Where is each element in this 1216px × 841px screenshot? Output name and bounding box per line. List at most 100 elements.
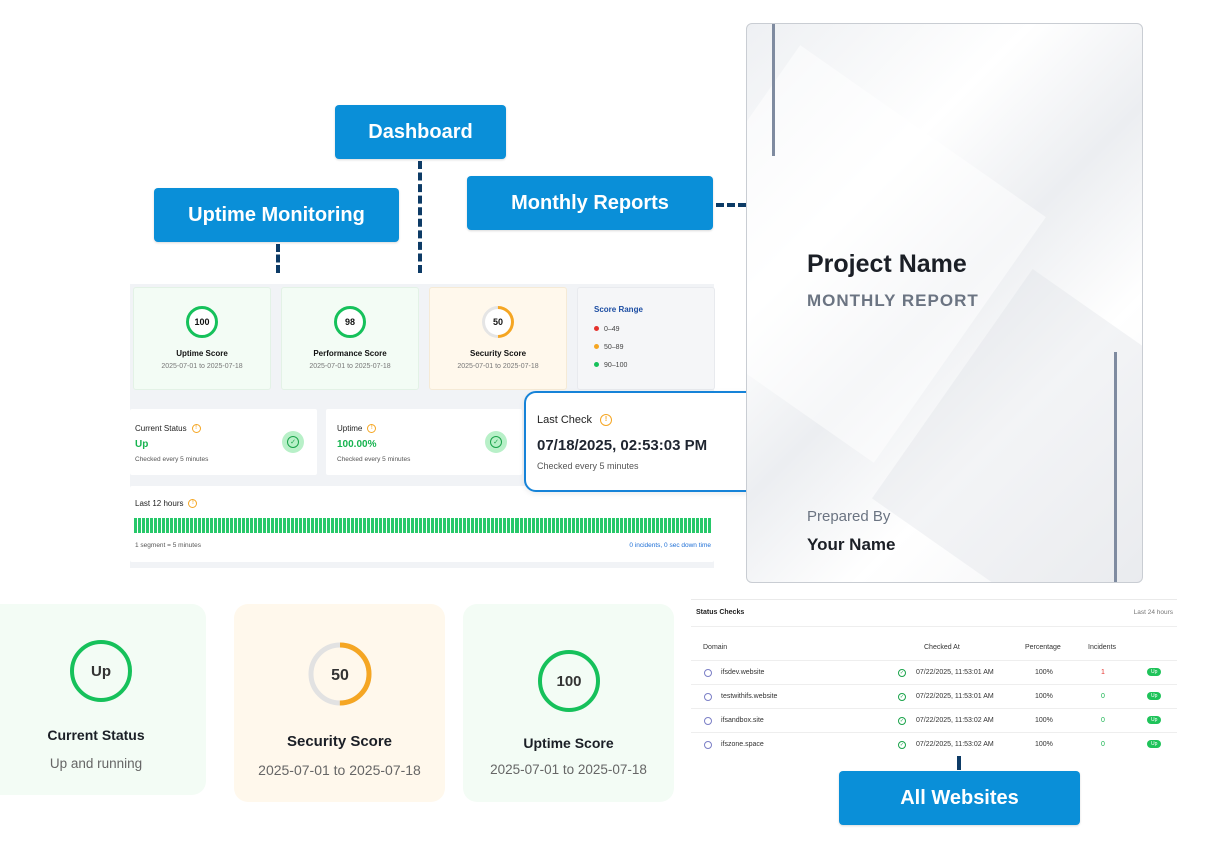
uptime-segment[interactable] <box>664 518 668 533</box>
uptime-segment[interactable] <box>258 518 262 533</box>
uptime-segment[interactable] <box>210 518 214 533</box>
uptime-segment[interactable] <box>515 518 519 533</box>
uptime-segment[interactable] <box>535 518 539 533</box>
uptime-segment[interactable] <box>611 518 615 533</box>
uptime-segment[interactable] <box>479 518 483 533</box>
uptime-segment[interactable] <box>483 518 487 533</box>
uptime-segment[interactable] <box>214 518 218 533</box>
uptime-segment[interactable] <box>491 518 495 533</box>
uptime-segment[interactable] <box>174 518 178 533</box>
uptime-segment[interactable] <box>708 518 712 533</box>
uptime-segment[interactable] <box>234 518 238 533</box>
uptime-segment[interactable] <box>648 518 652 533</box>
uptime-segment[interactable] <box>680 518 684 533</box>
uptime-segment[interactable] <box>370 518 374 533</box>
uptime-segment[interactable] <box>495 518 499 533</box>
table-row[interactable]: testwithifs.website ✓ 07/22/2025, 11:53:… <box>691 684 1177 709</box>
uptime-segment[interactable] <box>350 518 354 533</box>
uptime-segment[interactable] <box>278 518 282 533</box>
uptime-segment[interactable] <box>403 518 407 533</box>
uptime-segment[interactable] <box>684 518 688 533</box>
uptime-segment[interactable] <box>298 518 302 533</box>
uptime-segment[interactable] <box>146 518 150 533</box>
uptime-segment[interactable] <box>411 518 415 533</box>
uptime-segment[interactable] <box>643 518 647 533</box>
uptime-segment[interactable] <box>222 518 226 533</box>
info-icon[interactable]: ! <box>367 424 377 434</box>
uptime-segment[interactable] <box>218 518 222 533</box>
uptime-segment[interactable] <box>539 518 543 533</box>
info-icon[interactable]: ! <box>188 499 198 509</box>
uptime-segment[interactable] <box>704 518 708 533</box>
uptime-segment[interactable] <box>419 518 423 533</box>
uptime-segment[interactable] <box>382 518 386 533</box>
uptime-segment[interactable] <box>615 518 619 533</box>
uptime-segment[interactable] <box>182 518 186 533</box>
uptime-segment[interactable] <box>447 518 451 533</box>
uptime-segment[interactable] <box>599 518 603 533</box>
uptime-segment[interactable] <box>656 518 660 533</box>
uptime-segment[interactable] <box>543 518 547 533</box>
uptime-segment[interactable] <box>551 518 555 533</box>
uptime-segment[interactable] <box>290 518 294 533</box>
uptime-segment[interactable] <box>563 518 567 533</box>
row-domain[interactable]: testwithifs.website <box>721 693 777 700</box>
uptime-segment[interactable] <box>676 518 680 533</box>
uptime-segment[interactable] <box>262 518 266 533</box>
uptime-segment[interactable] <box>607 518 611 533</box>
uptime-segment[interactable] <box>138 518 142 533</box>
uptime-segment[interactable] <box>150 518 154 533</box>
uptime-segment[interactable] <box>603 518 607 533</box>
table-row[interactable]: ifszone.space ✓ 07/22/2025, 11:53:02 AM … <box>691 732 1177 757</box>
uptime-segment[interactable] <box>342 518 346 533</box>
row-domain[interactable]: ifsdev.website <box>721 669 764 676</box>
uptime-segment[interactable] <box>547 518 551 533</box>
uptime-segment[interactable] <box>302 518 306 533</box>
uptime-segment[interactable] <box>423 518 427 533</box>
uptime-segment[interactable] <box>294 518 298 533</box>
uptime-segment[interactable] <box>399 518 403 533</box>
uptime-segment[interactable] <box>652 518 656 533</box>
uptime-segment[interactable] <box>503 518 507 533</box>
uptime-segment[interactable] <box>314 518 318 533</box>
uptime-segment[interactable] <box>190 518 194 533</box>
table-row[interactable]: ifsandbox.site ✓ 07/22/2025, 11:53:02 AM… <box>691 708 1177 733</box>
uptime-segment[interactable] <box>166 518 170 533</box>
uptime-segment[interactable] <box>338 518 342 533</box>
uptime-segment[interactable] <box>579 518 583 533</box>
uptime-segment[interactable] <box>346 518 350 533</box>
uptime-segment[interactable] <box>395 518 399 533</box>
uptime-segment[interactable] <box>696 518 700 533</box>
uptime-segment[interactable] <box>583 518 587 533</box>
uptime-segment[interactable] <box>358 518 362 533</box>
uptime-segment[interactable] <box>162 518 166 533</box>
uptime-segment[interactable] <box>310 518 314 533</box>
uptime-segment[interactable] <box>455 518 459 533</box>
uptime-segment[interactable] <box>591 518 595 533</box>
uptime-segment[interactable] <box>595 518 599 533</box>
uptime-segment[interactable] <box>202 518 206 533</box>
uptime-segment[interactable] <box>619 518 623 533</box>
table-row[interactable]: ifsdev.website ✓ 07/22/2025, 11:53:01 AM… <box>691 660 1177 685</box>
uptime-segment[interactable] <box>499 518 503 533</box>
uptime-segment[interactable] <box>142 518 146 533</box>
uptime-segment[interactable] <box>407 518 411 533</box>
uptime-segment[interactable] <box>266 518 270 533</box>
uptime-segment[interactable] <box>366 518 370 533</box>
uptime-segment[interactable] <box>463 518 467 533</box>
incident-summary[interactable]: 0 incidents, 0 sec down time <box>629 542 711 549</box>
uptime-segment[interactable] <box>627 518 631 533</box>
uptime-segment[interactable] <box>391 518 395 533</box>
uptime-segment[interactable] <box>326 518 330 533</box>
uptime-segment[interactable] <box>507 518 511 533</box>
uptime-segment[interactable] <box>587 518 591 533</box>
uptime-segment[interactable] <box>386 518 390 533</box>
uptime-segment[interactable] <box>158 518 162 533</box>
uptime-segment[interactable] <box>439 518 443 533</box>
uptime-segment[interactable] <box>467 518 471 533</box>
uptime-segment[interactable] <box>571 518 575 533</box>
uptime-segment[interactable] <box>427 518 431 533</box>
uptime-segment[interactable] <box>668 518 672 533</box>
uptime-segment[interactable] <box>186 518 190 533</box>
uptime-segment[interactable] <box>431 518 435 533</box>
